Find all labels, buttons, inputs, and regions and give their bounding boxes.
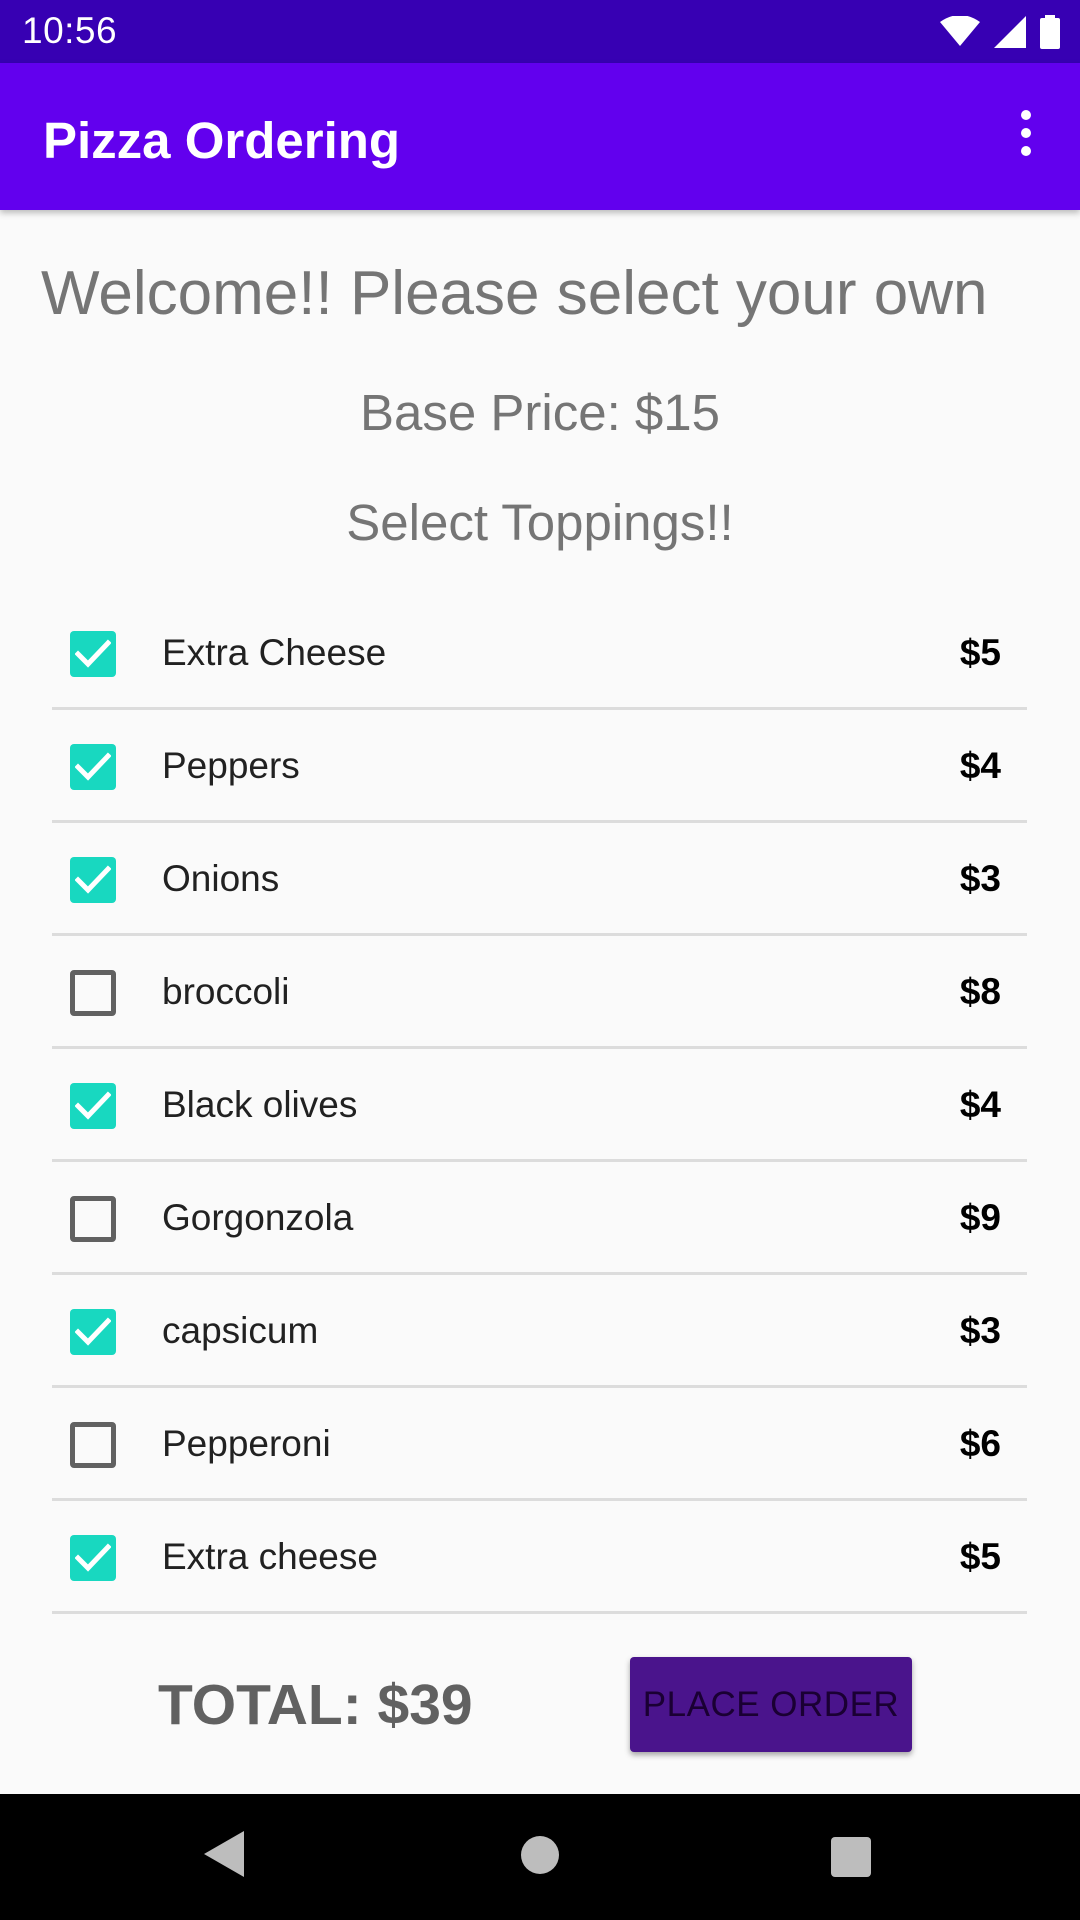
topping-row[interactable]: capsicum $3 [52,1275,1027,1388]
signal-icon [994,16,1026,48]
topping-row[interactable]: Extra cheese $5 [52,1501,1027,1614]
topping-name: Onions [162,858,280,899]
topping-name: Pepperoni [162,1423,331,1464]
topping-price: $5 [959,632,1001,673]
topping-name: broccoli [162,971,290,1012]
status-icons [940,12,1060,52]
battery-icon [1040,15,1060,49]
recent-apps-icon[interactable] [831,1837,871,1877]
total-price: TOTAL: $39 [158,1673,473,1737]
base-price: Base Price: $15 [359,384,721,441]
topping-name: Peppers [162,745,300,786]
select-toppings-heading: Select Toppings!! [346,494,734,551]
topping-name: Gorgonzola [162,1197,354,1238]
more-options-icon[interactable] [996,103,1056,163]
place-order-button[interactable]: PLACE ORDER [630,1657,912,1752]
topping-row[interactable]: Extra Cheese $5 [52,597,1027,710]
checkbox-unchecked-icon[interactable] [70,970,116,1016]
status-time: 10:56 [22,10,118,51]
checkbox-checked-icon[interactable] [70,1535,116,1581]
topping-price: $8 [959,971,1001,1012]
home-icon[interactable] [521,1836,559,1874]
topping-row[interactable]: Black olives $4 [52,1049,1027,1162]
topping-name: Extra cheese [162,1536,378,1577]
navigation-bar [0,1794,1080,1920]
topping-name: Extra Cheese [162,632,387,673]
checkbox-checked-icon[interactable] [70,1309,116,1355]
checkbox-checked-icon[interactable] [70,744,116,790]
topping-price: $4 [959,1084,1001,1125]
wifi-icon [940,16,980,46]
topping-name: Black olives [162,1084,358,1125]
checkbox-unchecked-icon[interactable] [70,1422,116,1468]
checkbox-unchecked-icon[interactable] [70,1196,116,1242]
checkbox-checked-icon[interactable] [70,631,116,677]
topping-row[interactable]: Gorgonzola $9 [52,1162,1027,1275]
topping-row[interactable]: Onions $3 [52,823,1027,936]
topping-row[interactable]: Peppers $4 [52,710,1027,823]
app-bar: Pizza Ordering [0,63,1080,210]
topping-name: capsicum [162,1310,319,1351]
topping-price: $3 [959,858,1001,899]
topping-price: $4 [959,745,1001,786]
app-title: Pizza Ordering [43,112,401,169]
checkbox-checked-icon[interactable] [70,1083,116,1129]
topping-price: $6 [959,1423,1001,1464]
toppings-list: Extra Cheese $5 Peppers $4 Onions $3 broccoli $… [52,597,1027,1614]
topping-price: $3 [959,1310,1001,1351]
topping-price: $5 [959,1536,1001,1577]
topping-price: $9 [959,1197,1001,1238]
topping-row[interactable]: broccoli $8 [52,936,1027,1049]
checkbox-checked-icon[interactable] [70,857,116,903]
back-icon[interactable] [204,1831,244,1877]
topping-row[interactable]: Pepperoni $6 [52,1388,1027,1501]
welcome-text: Welcome!! Please select your own [41,259,988,328]
status-bar: 10:56 [0,0,1080,63]
